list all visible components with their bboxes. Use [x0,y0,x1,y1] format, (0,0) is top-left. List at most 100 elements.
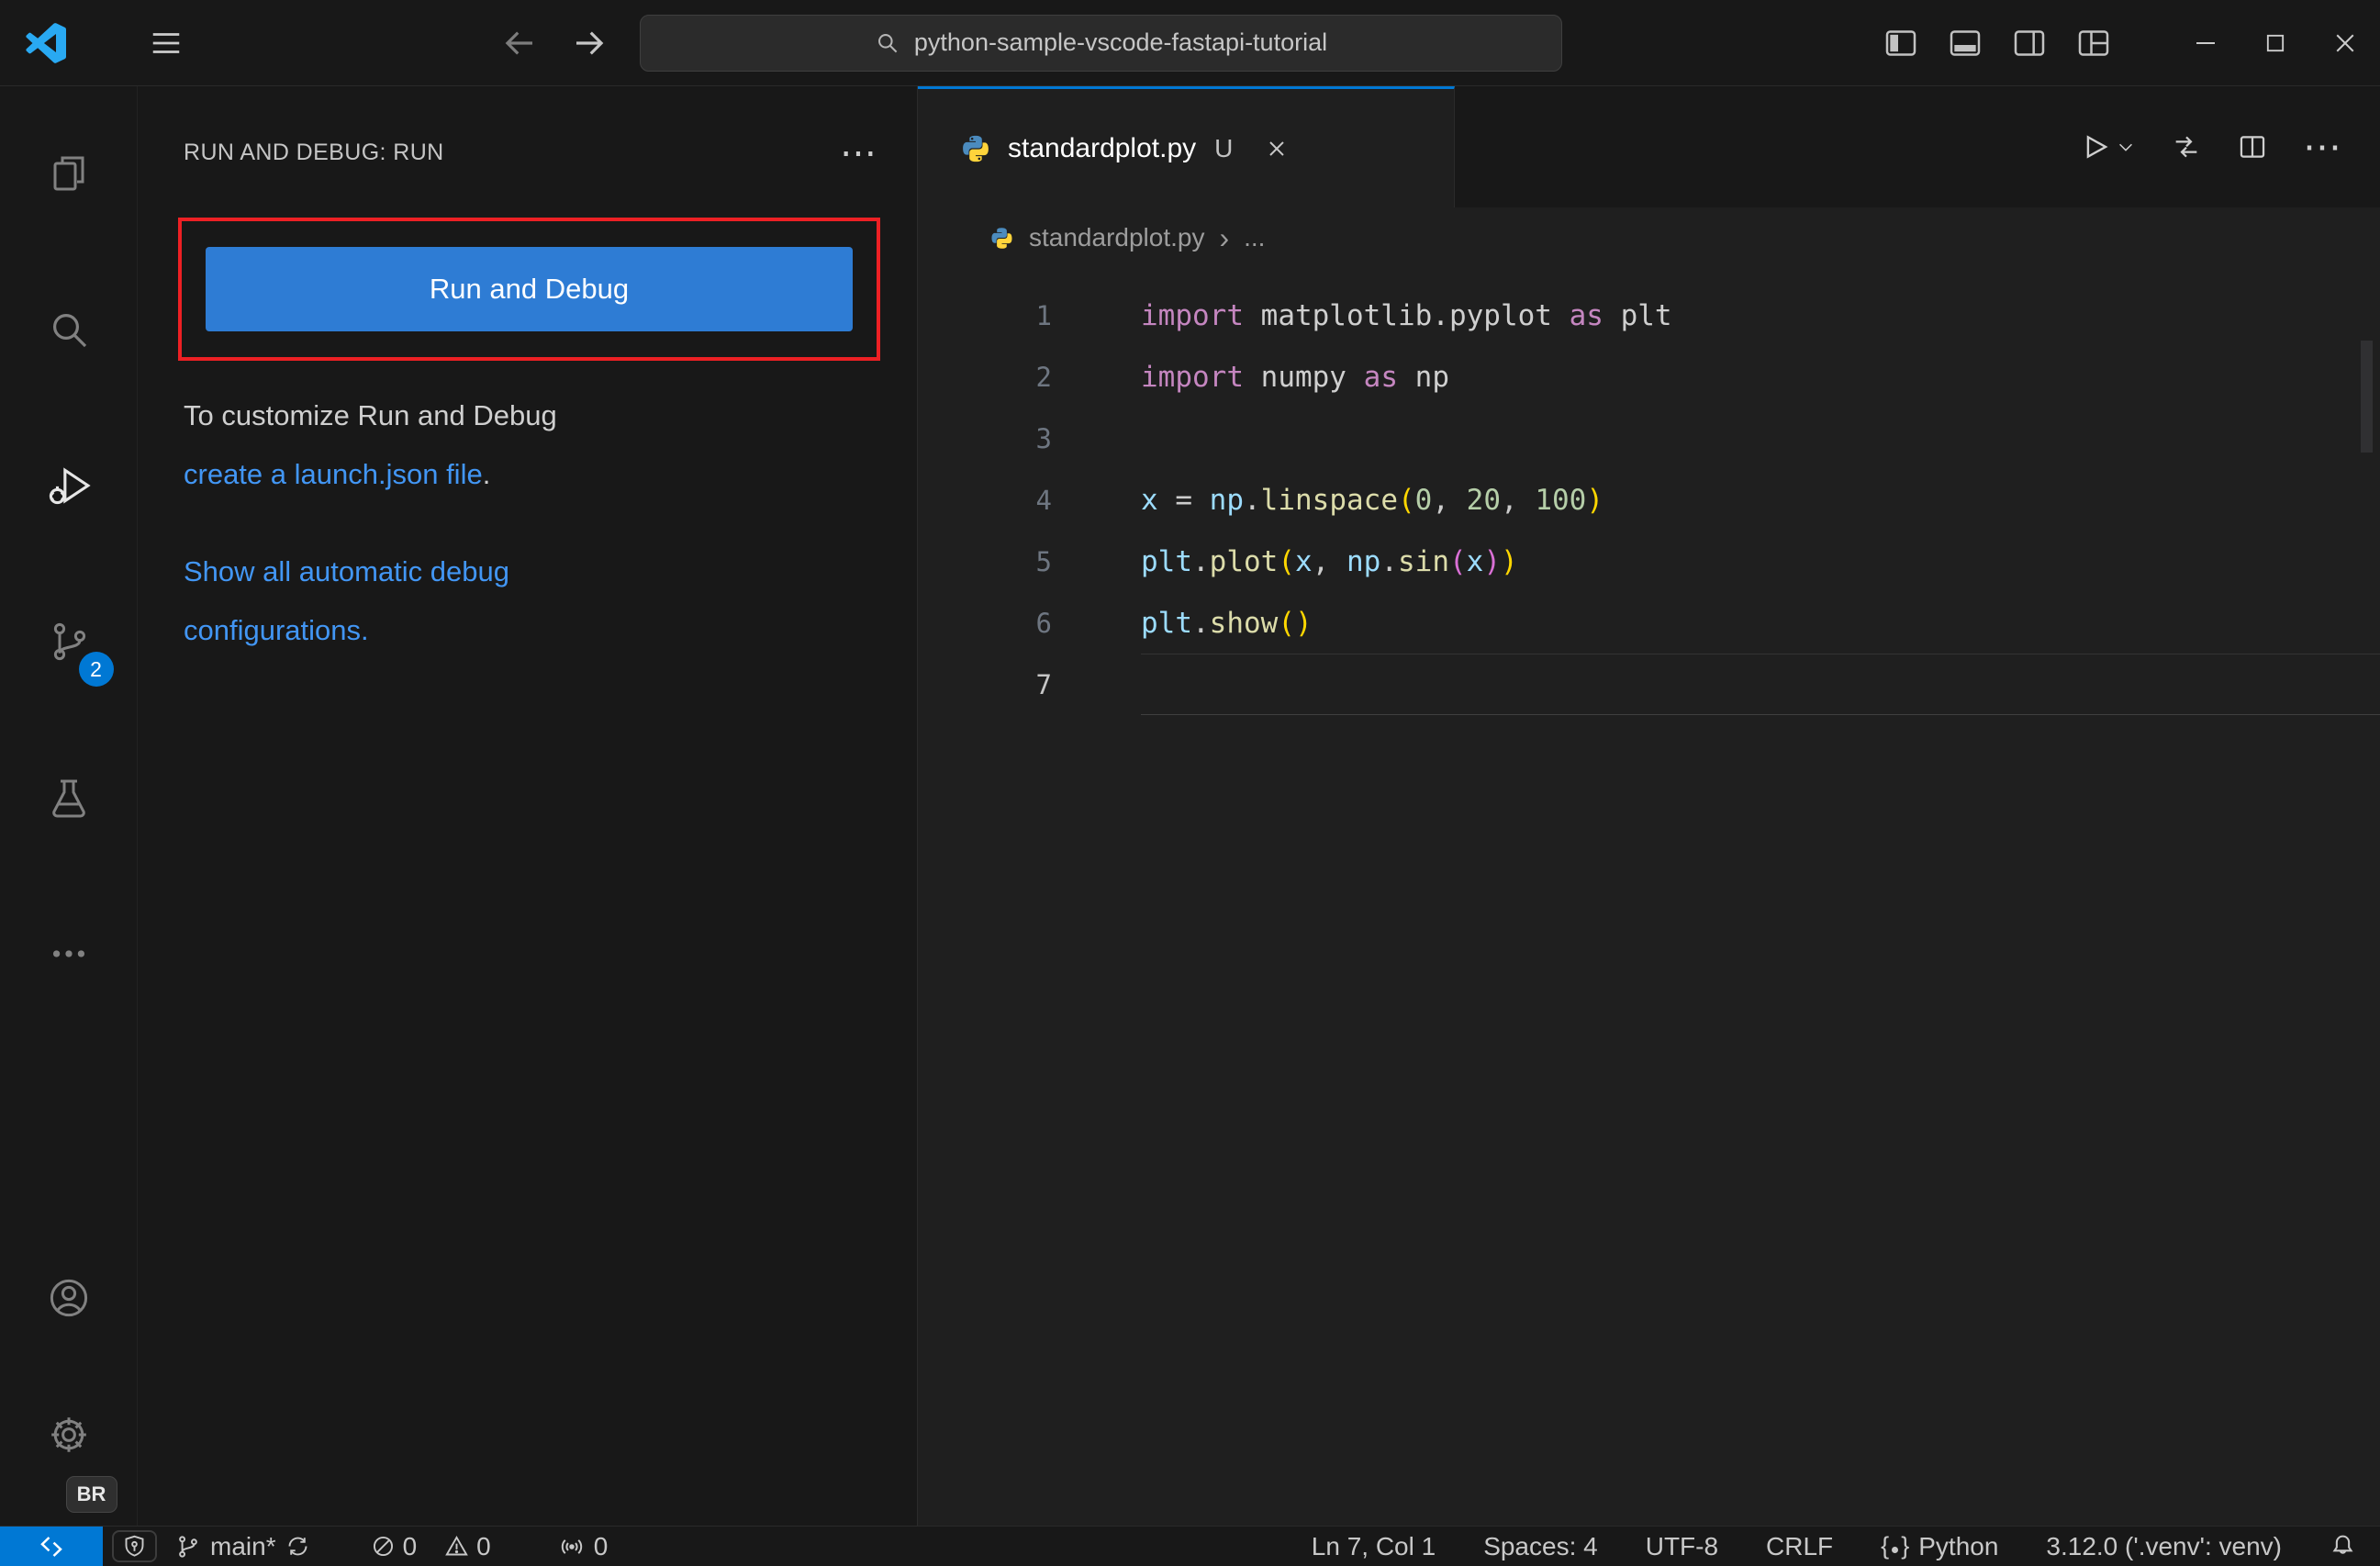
problems-item[interactable]: 0 0 [352,1527,509,1566]
scrollbar-thumb[interactable] [2361,341,2373,453]
toggle-secondary-sidebar-icon[interactable] [2011,25,2048,62]
tab-filename: standardplot.py [1008,132,1197,163]
editor-more-actions-icon[interactable]: ⋯ [2303,128,2341,166]
debug-welcome: To customize Run and Debug create a launc… [184,386,871,660]
source-control-icon[interactable]: 2 [0,564,138,720]
code-line-5[interactable]: 5 plt. plot(x, np. sin(x)) [918,531,2380,592]
maximize-button[interactable] [2240,0,2310,85]
link[interactable]: configurations. [184,614,369,646]
code-text: import numpy as np [1141,360,1449,394]
python-file-icon [960,133,991,164]
run-and-debug-button[interactable]: Run and Debug [206,247,853,331]
search-value: python-sample-vscode-fastapi-tutorial [913,28,1328,56]
eol-item[interactable]: CRLF [1742,1527,1857,1566]
error-count: 0 [402,1531,418,1560]
link[interactable]: Show all automatic debug [184,555,509,587]
settings-gear-icon[interactable]: BR [0,1367,138,1518]
warning-count: 0 [476,1531,491,1560]
code-text: plt. plot(x, np. sin(x)) [1141,544,1518,578]
welcome-text: . [482,458,491,490]
branch-icon [179,1535,197,1558]
python-file-icon [989,226,1014,251]
testing-icon[interactable] [0,720,138,876]
customize-layout-icon[interactable] [2075,25,2112,62]
interpreter-text: 3.12.0 ('.venv': venv) [2046,1531,2282,1560]
sync-icon [288,1537,307,1556]
code-text: plt. show() [1141,606,1313,640]
code-line-1[interactable]: 1 import matplotlib.pyplot as plt [918,285,2380,346]
line-number: 3 [1035,422,1052,454]
panel-more-actions-icon[interactable]: ⋯ [840,135,877,172]
language-mode-item[interactable]: { } Python [1857,1527,2022,1566]
accounts-icon[interactable] [0,1229,138,1367]
code-text: import matplotlib.pyplot as plt [1141,298,1672,332]
eol-text: CRLF [1766,1531,1834,1560]
git-branch-item[interactable]: main* [157,1527,329,1566]
encoding-item[interactable]: UTF-8 [1622,1527,1742,1566]
welcome-paragraph: To customize Run and Debug create a launc… [184,386,871,504]
close-button[interactable] [2310,0,2380,85]
code-line-4[interactable]: 4 x = np. linspace(0, 20, 100) [918,469,2380,531]
annotation-rectangle: Run and Debug [178,218,880,361]
search-command-center[interactable]: python-sample-vscode-fastapi-tutorial [640,14,1562,72]
additional-views-icon[interactable] [0,876,138,1032]
vscode-logo-icon [26,22,66,63]
run-and-debug-icon[interactable] [0,408,138,564]
error-icon [373,1536,393,1557]
branch-name: main* [210,1531,276,1560]
code-line-3[interactable]: 3 [918,408,2380,469]
menu-hamburger-icon[interactable] [149,26,184,61]
code-lines: 1 import matplotlib.pyplot as plt 2 import … [918,285,2380,715]
toggle-panel-icon[interactable] [1947,25,1983,62]
tab-bar: standardplot.py U ⋯ [918,86,2380,207]
titlebar-right [1883,0,2380,85]
profile-badge: BR [65,1476,117,1513]
explorer-icon[interactable] [0,95,138,252]
status-bar: main* 0 0 0 Ln 7, Col 1 Spaces: 4 UTF-8 [0,1526,2380,1566]
tab-standardplot[interactable]: standardplot.py U [918,86,1455,207]
notifications-item[interactable] [2306,1527,2380,1566]
tab-close-icon[interactable] [1264,136,1290,162]
line-col-text: Ln 7, Col 1 [1311,1531,1436,1560]
ports-item[interactable]: 0 [541,1527,627,1566]
broadcast-icon [561,1538,582,1554]
ports-count: 0 [593,1531,609,1560]
open-changes-icon[interactable] [2171,131,2202,162]
remote-indicator[interactable] [0,1527,103,1566]
braces-icon: { } [1881,1532,1910,1560]
cursor-position-item[interactable]: Ln 7, Col 1 [1288,1527,1459,1566]
shield-icon [125,1535,144,1557]
python-interpreter-item[interactable]: 3.12.0 ('.venv': venv) [2022,1527,2306,1566]
chevron-right-icon: › [1219,220,1230,254]
code-editor[interactable]: 1 import matplotlib.pyplot as plt 2 import … [918,268,2380,1526]
panel-title: RUN AND DEBUG: RUN [184,140,444,165]
line-number: 1 [1035,299,1052,331]
welcome-text: To customize Run and Debug [184,399,557,431]
code-text: x = np. linspace(0, 20, 100) [1141,483,1603,517]
workspace-trust-item[interactable] [112,1530,157,1562]
run-python-file-button[interactable] [2079,131,2136,162]
vscode-window: python-sample-vscode-fastapi-tutorial 2 … [0,0,2380,1566]
code-text [1141,654,2380,715]
title-bar: python-sample-vscode-fastapi-tutorial [0,0,2380,86]
line-number: 6 [1035,607,1052,639]
code-line-7[interactable]: 7 [918,654,2380,715]
split-editor-icon[interactable] [2237,131,2268,162]
search-icon [875,30,899,55]
language-text: Python [1918,1531,1999,1560]
code-line-2[interactable]: 2 import numpy as np [918,346,2380,408]
line-number: 7 [1035,668,1052,700]
toggle-primary-sidebar-icon[interactable] [1883,25,1919,62]
forward-arrow-icon[interactable] [570,24,609,62]
minimize-button[interactable] [2171,0,2240,85]
breadcrumb: standardplot.py › ... [918,207,2380,268]
back-arrow-icon[interactable] [500,24,539,62]
indentation-item[interactable]: Spaces: 4 [1459,1527,1622,1566]
breadcrumb-filename[interactable]: standardplot.py [1029,223,1204,252]
code-line-6[interactable]: 6 plt. show() [918,592,2380,654]
link[interactable]: create a launch.json file [184,458,483,490]
breadcrumb-more[interactable]: ... [1244,223,1265,252]
chevron-down-icon [2119,143,2132,151]
search-view-icon[interactable] [0,252,138,408]
